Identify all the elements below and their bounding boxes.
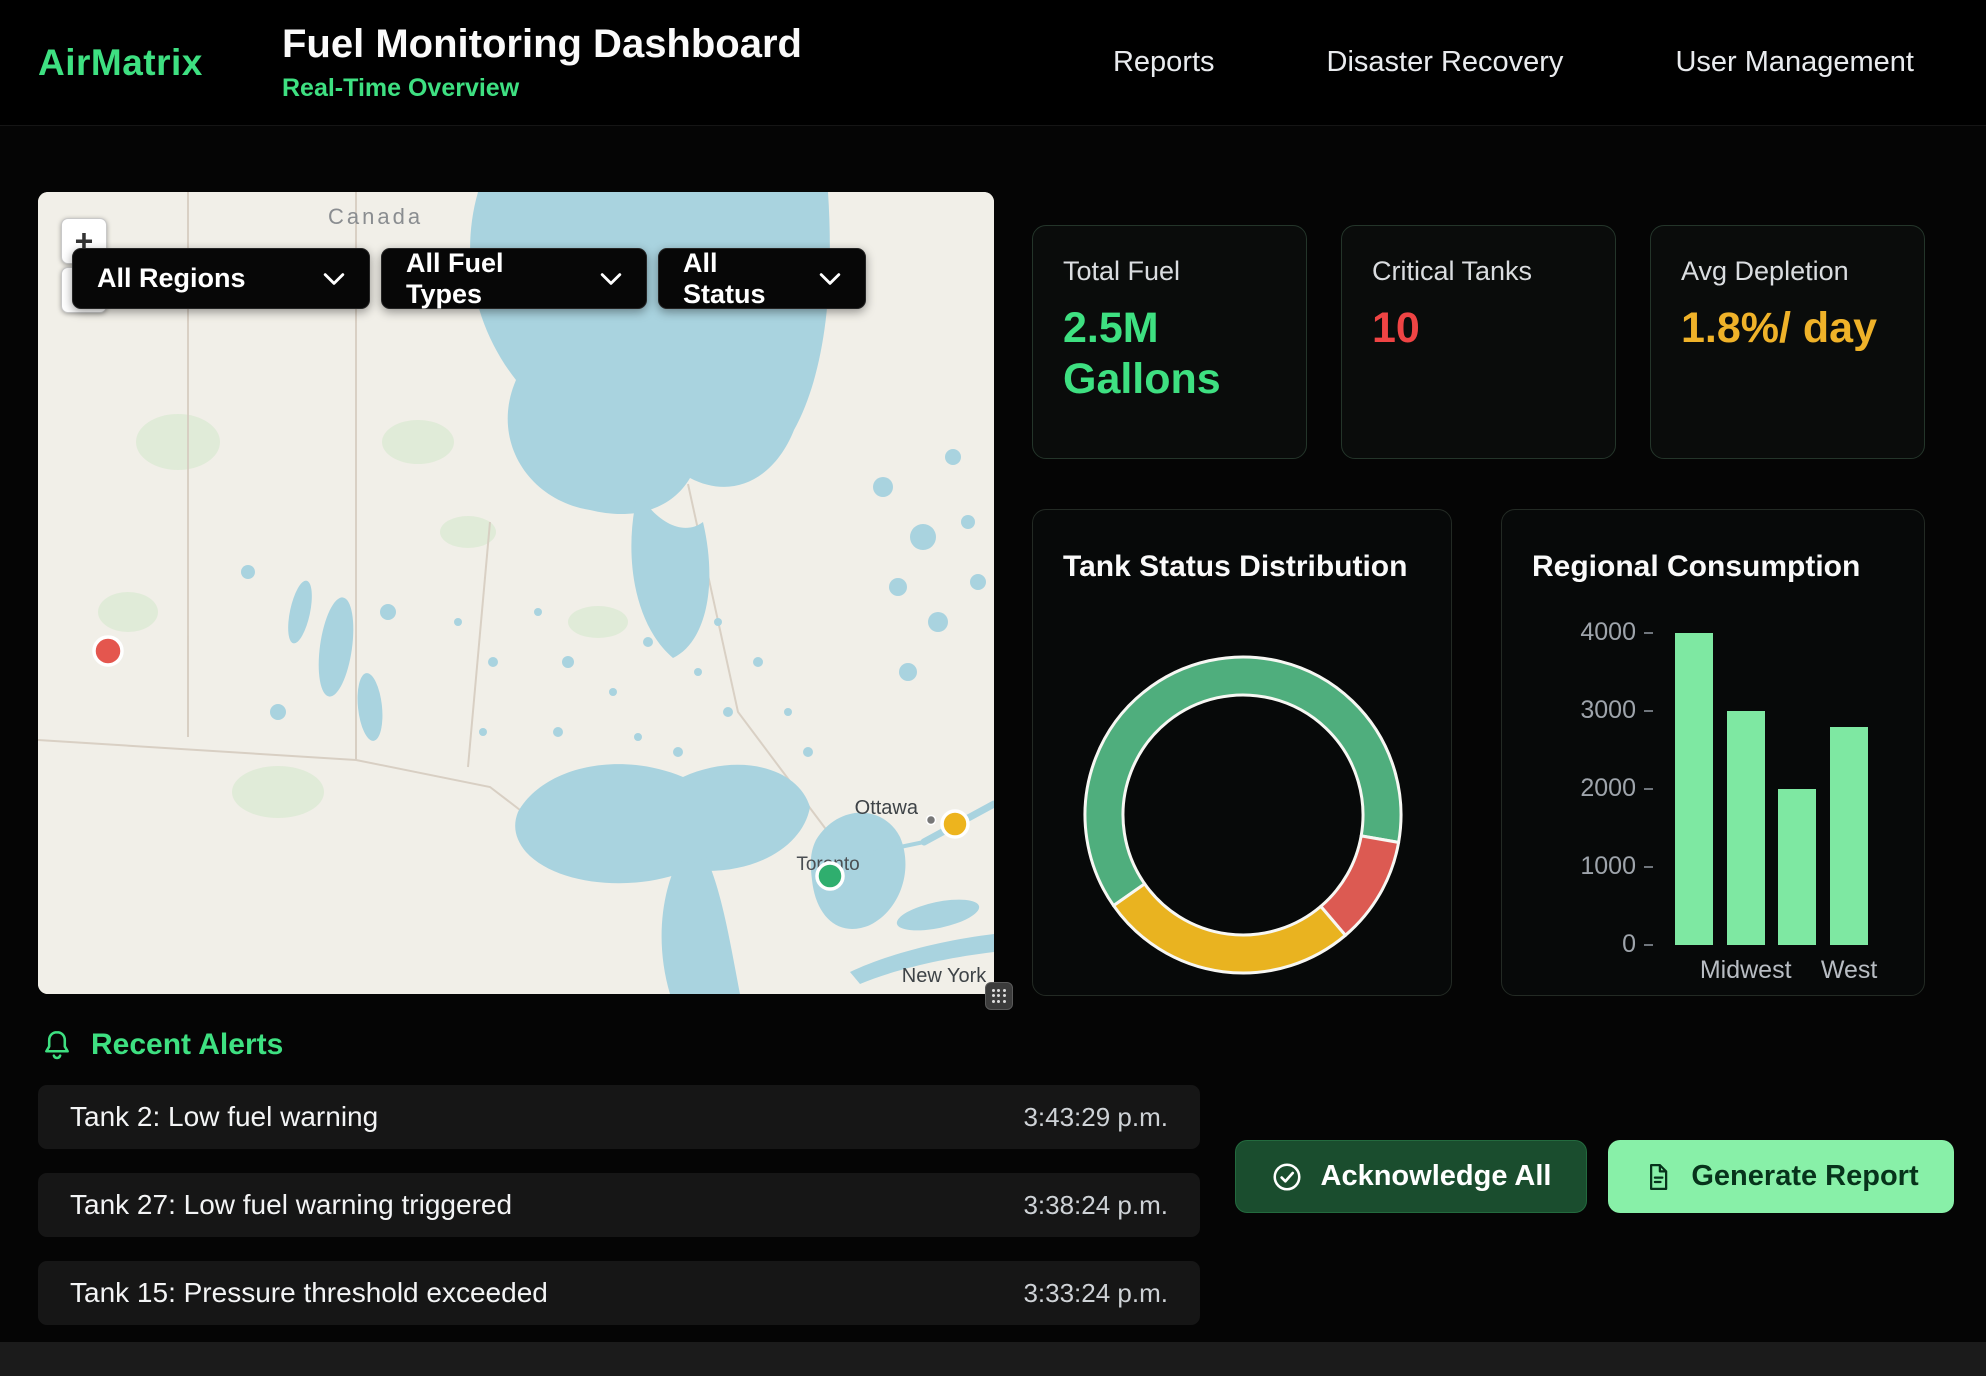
nav-user-management[interactable]: User Management [1675,46,1914,79]
y-axis-tick-label: 1000 [1504,852,1636,881]
alert-text: Tank 2: Low fuel warning [70,1101,378,1133]
alert-text: Tank 15: Pressure threshold exceeded [70,1277,548,1309]
y-axis-tick-mark [1644,944,1653,946]
stat-card-avg-depletion: Avg Depletion 1.8%/ day [1650,225,1925,459]
stats-row: Total Fuel 2.5M Gallons Critical Tanks 1… [1032,225,1925,459]
donut-segment-yellow [1114,884,1346,973]
main-nav: Reports Disaster Recovery User Managemen… [1113,46,1914,79]
regions-filter-label: All Regions [97,263,246,294]
bell-icon [40,1028,74,1062]
acknowledge-all-button[interactable]: Acknowledge All [1235,1140,1587,1213]
bar-0 [1675,633,1713,945]
y-axis-tick-mark [1644,788,1653,790]
map-label-canada: Canada [328,204,423,229]
generate-report-label: Generate Report [1691,1160,1918,1193]
map-label-ottawa: Ottawa [855,797,919,819]
document-icon [1643,1162,1673,1192]
title-block: Fuel Monitoring Dashboard Real-Time Over… [282,22,802,103]
status-filter-label: All Status [683,248,801,310]
status-filter-dropdown[interactable]: All Status [658,248,866,309]
bar-3 [1830,727,1868,945]
recent-alerts-title: Recent Alerts [91,1028,283,1062]
x-axis-label: West [1784,956,1914,985]
y-axis-tick-label: 4000 [1504,618,1636,647]
alert-timestamp: 3:38:24 p.m. [1023,1190,1168,1221]
bottom-strip [0,1342,1986,1376]
y-axis-tick-mark [1644,632,1653,634]
alert-row[interactable]: Tank 27: Low fuel warning triggered 3:38… [38,1173,1200,1237]
stat-value: 10 [1372,303,1585,354]
nav-disaster-recovery[interactable]: Disaster Recovery [1327,46,1564,79]
alert-timestamp: 3:43:29 p.m. [1023,1102,1168,1133]
bar-1 [1727,711,1765,945]
check-circle-icon [1271,1161,1303,1193]
recent-alerts-heading: Recent Alerts [40,1028,283,1062]
tank-status-card: Tank Status Distribution [1032,509,1452,996]
map-filters: All Regions All Fuel Types All Status [72,248,866,309]
acknowledge-all-label: Acknowledge All [1321,1160,1552,1193]
y-axis-tick-label: 2000 [1504,774,1636,803]
alert-row[interactable]: Tank 2: Low fuel warning 3:43:29 p.m. [38,1085,1200,1149]
bar-2 [1778,789,1816,945]
map-label-new-york: New York [902,965,987,987]
y-axis-tick-label: 3000 [1504,696,1636,725]
stat-card-total-fuel: Total Fuel 2.5M Gallons [1032,225,1307,459]
stat-card-critical-tanks: Critical Tanks 10 [1341,225,1616,459]
map-terrain: Canada Ottawa Toronto New York [38,192,994,994]
map-resize-handle[interactable] [985,982,1013,1010]
map-panel[interactable]: Canada Ottawa Toronto New York + − All R… [38,192,994,994]
alert-row[interactable]: Tank 15: Pressure threshold exceeded 3:3… [38,1261,1200,1325]
map-marker-critical[interactable] [94,637,122,665]
regional-consumption-card: Regional Consumption 01000200030004000Mi… [1501,509,1925,996]
stat-value: 2.5M Gallons [1063,303,1276,404]
ottawa-city-dot [927,816,936,825]
chevron-down-icon [600,272,622,286]
nav-reports[interactable]: Reports [1113,46,1215,79]
page-title: Fuel Monitoring Dashboard [282,22,802,67]
map-marker-normal[interactable] [817,863,843,889]
page-subtitle: Real-Time Overview [282,74,802,103]
y-axis-tick-mark [1644,710,1653,712]
tank-status-donut-chart [1033,610,1452,995]
stat-label: Critical Tanks [1372,256,1585,287]
donut-chart-title: Tank Status Distribution [1033,510,1451,584]
app-header: AirMatrix Fuel Monitoring Dashboard Real… [0,0,1986,126]
regions-filter-dropdown[interactable]: All Regions [72,248,370,309]
brand-logo: AirMatrix [38,42,282,84]
stat-label: Total Fuel [1063,256,1276,287]
fuel-types-filter-dropdown[interactable]: All Fuel Types [381,248,647,309]
chevron-down-icon [819,272,841,286]
regional-consumption-bar-chart: 01000200030004000MidwestWest [1502,510,1925,996]
y-axis-tick-label: 0 [1504,930,1636,959]
generate-report-button[interactable]: Generate Report [1608,1140,1954,1213]
chevron-down-icon [323,272,345,286]
map-marker-warning[interactable] [942,811,968,837]
stat-label: Avg Depletion [1681,256,1894,287]
y-axis-tick-mark [1644,866,1653,868]
stat-value: 1.8%/ day [1681,303,1894,354]
alert-timestamp: 3:33:24 p.m. [1023,1278,1168,1309]
alert-text: Tank 27: Low fuel warning triggered [70,1189,512,1221]
map-canvas[interactable]: Canada Ottawa Toronto New York [38,192,994,994]
fuel-types-filter-label: All Fuel Types [406,248,582,310]
